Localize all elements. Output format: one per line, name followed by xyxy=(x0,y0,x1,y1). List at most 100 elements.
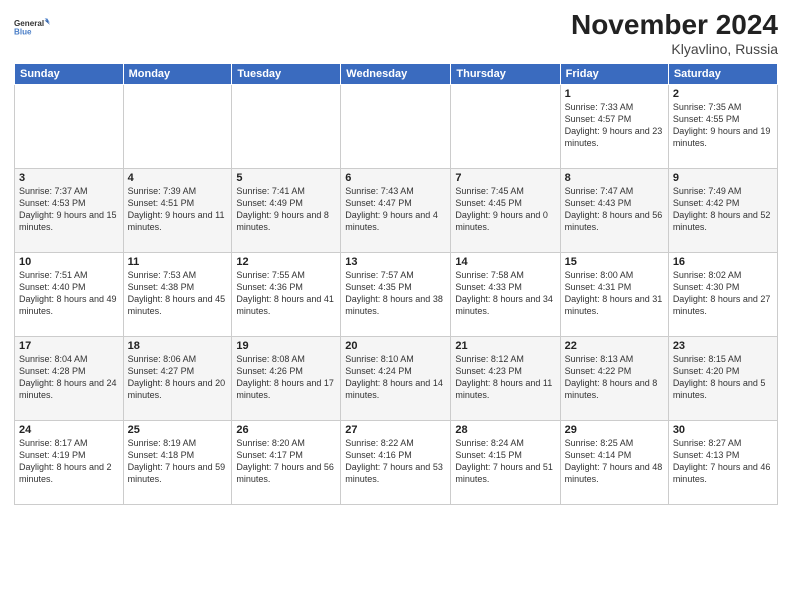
calendar-cell xyxy=(232,84,341,168)
day-number: 21 xyxy=(455,340,555,352)
calendar-cell: 15Sunrise: 8:00 AM Sunset: 4:31 PM Dayli… xyxy=(560,252,668,336)
calendar-cell: 11Sunrise: 7:53 AM Sunset: 4:38 PM Dayli… xyxy=(123,252,232,336)
location-title: Klyavlino, Russia xyxy=(571,41,778,57)
day-info: Sunrise: 7:45 AM Sunset: 4:45 PM Dayligh… xyxy=(455,185,555,234)
day-info: Sunrise: 8:08 AM Sunset: 4:26 PM Dayligh… xyxy=(236,353,336,402)
day-info: Sunrise: 8:04 AM Sunset: 4:28 PM Dayligh… xyxy=(19,353,119,402)
day-number: 25 xyxy=(128,424,228,436)
day-info: Sunrise: 7:33 AM Sunset: 4:57 PM Dayligh… xyxy=(565,101,664,150)
day-info: Sunrise: 8:22 AM Sunset: 4:16 PM Dayligh… xyxy=(345,437,446,486)
day-number: 23 xyxy=(673,340,773,352)
day-number: 16 xyxy=(673,256,773,268)
day-number: 12 xyxy=(236,256,336,268)
day-number: 4 xyxy=(128,172,228,184)
calendar-cell: 30Sunrise: 8:27 AM Sunset: 4:13 PM Dayli… xyxy=(668,420,777,504)
week-row-1: 1Sunrise: 7:33 AM Sunset: 4:57 PM Daylig… xyxy=(15,84,778,168)
svg-text:General: General xyxy=(14,19,44,28)
calendar-cell: 5Sunrise: 7:41 AM Sunset: 4:49 PM Daylig… xyxy=(232,168,341,252)
day-number: 6 xyxy=(345,172,446,184)
day-number: 10 xyxy=(19,256,119,268)
month-title: November 2024 xyxy=(571,10,778,41)
day-info: Sunrise: 7:58 AM Sunset: 4:33 PM Dayligh… xyxy=(455,269,555,318)
header-thursday: Thursday xyxy=(451,63,560,84)
day-info: Sunrise: 8:12 AM Sunset: 4:23 PM Dayligh… xyxy=(455,353,555,402)
calendar-cell: 4Sunrise: 7:39 AM Sunset: 4:51 PM Daylig… xyxy=(123,168,232,252)
day-number: 13 xyxy=(345,256,446,268)
calendar-cell: 27Sunrise: 8:22 AM Sunset: 4:16 PM Dayli… xyxy=(341,420,451,504)
day-info: Sunrise: 7:39 AM Sunset: 4:51 PM Dayligh… xyxy=(128,185,228,234)
day-number: 11 xyxy=(128,256,228,268)
calendar-cell: 14Sunrise: 7:58 AM Sunset: 4:33 PM Dayli… xyxy=(451,252,560,336)
day-number: 18 xyxy=(128,340,228,352)
calendar-cell: 22Sunrise: 8:13 AM Sunset: 4:22 PM Dayli… xyxy=(560,336,668,420)
week-row-2: 3Sunrise: 7:37 AM Sunset: 4:53 PM Daylig… xyxy=(15,168,778,252)
calendar-cell xyxy=(341,84,451,168)
day-info: Sunrise: 7:57 AM Sunset: 4:35 PM Dayligh… xyxy=(345,269,446,318)
day-number: 20 xyxy=(345,340,446,352)
calendar-cell: 1Sunrise: 7:33 AM Sunset: 4:57 PM Daylig… xyxy=(560,84,668,168)
day-info: Sunrise: 7:53 AM Sunset: 4:38 PM Dayligh… xyxy=(128,269,228,318)
calendar-cell: 24Sunrise: 8:17 AM Sunset: 4:19 PM Dayli… xyxy=(15,420,124,504)
day-number: 9 xyxy=(673,172,773,184)
day-info: Sunrise: 8:24 AM Sunset: 4:15 PM Dayligh… xyxy=(455,437,555,486)
title-block: November 2024 Klyavlino, Russia xyxy=(571,10,778,57)
header-monday: Monday xyxy=(123,63,232,84)
day-info: Sunrise: 8:20 AM Sunset: 4:17 PM Dayligh… xyxy=(236,437,336,486)
day-number: 28 xyxy=(455,424,555,436)
calendar-cell: 25Sunrise: 8:19 AM Sunset: 4:18 PM Dayli… xyxy=(123,420,232,504)
calendar-cell: 12Sunrise: 7:55 AM Sunset: 4:36 PM Dayli… xyxy=(232,252,341,336)
calendar-cell: 9Sunrise: 7:49 AM Sunset: 4:42 PM Daylig… xyxy=(668,168,777,252)
header-tuesday: Tuesday xyxy=(232,63,341,84)
header-saturday: Saturday xyxy=(668,63,777,84)
day-number: 26 xyxy=(236,424,336,436)
calendar-cell: 3Sunrise: 7:37 AM Sunset: 4:53 PM Daylig… xyxy=(15,168,124,252)
day-info: Sunrise: 8:13 AM Sunset: 4:22 PM Dayligh… xyxy=(565,353,664,402)
day-number: 17 xyxy=(19,340,119,352)
calendar-cell: 26Sunrise: 8:20 AM Sunset: 4:17 PM Dayli… xyxy=(232,420,341,504)
calendar: SundayMondayTuesdayWednesdayThursdayFrid… xyxy=(14,63,778,505)
day-number: 29 xyxy=(565,424,664,436)
calendar-cell: 16Sunrise: 8:02 AM Sunset: 4:30 PM Dayli… xyxy=(668,252,777,336)
header-friday: Friday xyxy=(560,63,668,84)
calendar-cell: 10Sunrise: 7:51 AM Sunset: 4:40 PM Dayli… xyxy=(15,252,124,336)
day-info: Sunrise: 8:02 AM Sunset: 4:30 PM Dayligh… xyxy=(673,269,773,318)
day-info: Sunrise: 7:37 AM Sunset: 4:53 PM Dayligh… xyxy=(19,185,119,234)
day-number: 1 xyxy=(565,88,664,100)
day-info: Sunrise: 7:49 AM Sunset: 4:42 PM Dayligh… xyxy=(673,185,773,234)
calendar-cell: 28Sunrise: 8:24 AM Sunset: 4:15 PM Dayli… xyxy=(451,420,560,504)
day-info: Sunrise: 8:27 AM Sunset: 4:13 PM Dayligh… xyxy=(673,437,773,486)
day-number: 8 xyxy=(565,172,664,184)
calendar-cell: 18Sunrise: 8:06 AM Sunset: 4:27 PM Dayli… xyxy=(123,336,232,420)
day-info: Sunrise: 8:17 AM Sunset: 4:19 PM Dayligh… xyxy=(19,437,119,486)
calendar-cell: 23Sunrise: 8:15 AM Sunset: 4:20 PM Dayli… xyxy=(668,336,777,420)
calendar-cell: 21Sunrise: 8:12 AM Sunset: 4:23 PM Dayli… xyxy=(451,336,560,420)
calendar-cell: 7Sunrise: 7:45 AM Sunset: 4:45 PM Daylig… xyxy=(451,168,560,252)
calendar-cell: 2Sunrise: 7:35 AM Sunset: 4:55 PM Daylig… xyxy=(668,84,777,168)
week-row-4: 17Sunrise: 8:04 AM Sunset: 4:28 PM Dayli… xyxy=(15,336,778,420)
calendar-cell: 6Sunrise: 7:43 AM Sunset: 4:47 PM Daylig… xyxy=(341,168,451,252)
calendar-header-row: SundayMondayTuesdayWednesdayThursdayFrid… xyxy=(15,63,778,84)
calendar-cell xyxy=(123,84,232,168)
calendar-cell: 19Sunrise: 8:08 AM Sunset: 4:26 PM Dayli… xyxy=(232,336,341,420)
day-number: 22 xyxy=(565,340,664,352)
calendar-cell: 8Sunrise: 7:47 AM Sunset: 4:43 PM Daylig… xyxy=(560,168,668,252)
calendar-cell xyxy=(451,84,560,168)
day-number: 30 xyxy=(673,424,773,436)
calendar-cell: 20Sunrise: 8:10 AM Sunset: 4:24 PM Dayli… xyxy=(341,336,451,420)
svg-text:Blue: Blue xyxy=(14,28,32,37)
day-number: 15 xyxy=(565,256,664,268)
day-number: 7 xyxy=(455,172,555,184)
day-info: Sunrise: 7:55 AM Sunset: 4:36 PM Dayligh… xyxy=(236,269,336,318)
day-info: Sunrise: 8:10 AM Sunset: 4:24 PM Dayligh… xyxy=(345,353,446,402)
day-info: Sunrise: 8:15 AM Sunset: 4:20 PM Dayligh… xyxy=(673,353,773,402)
day-info: Sunrise: 8:06 AM Sunset: 4:27 PM Dayligh… xyxy=(128,353,228,402)
day-number: 27 xyxy=(345,424,446,436)
day-number: 19 xyxy=(236,340,336,352)
calendar-cell xyxy=(15,84,124,168)
day-info: Sunrise: 8:25 AM Sunset: 4:14 PM Dayligh… xyxy=(565,437,664,486)
day-number: 14 xyxy=(455,256,555,268)
logo: General Blue xyxy=(14,10,50,46)
calendar-cell: 29Sunrise: 8:25 AM Sunset: 4:14 PM Dayli… xyxy=(560,420,668,504)
week-row-5: 24Sunrise: 8:17 AM Sunset: 4:19 PM Dayli… xyxy=(15,420,778,504)
day-number: 5 xyxy=(236,172,336,184)
